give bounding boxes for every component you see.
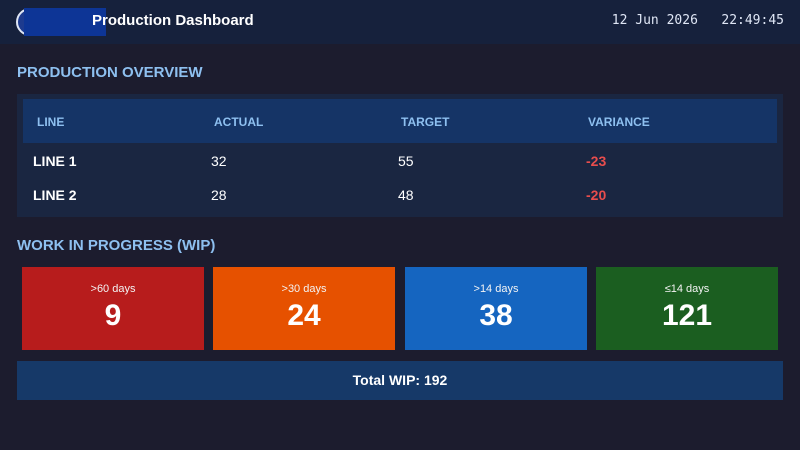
- table-header-row: LINE ACTUAL TARGET VARIANCE: [23, 99, 777, 143]
- wip-section-title: WORK IN PROGRESS (WIP): [17, 237, 216, 254]
- wip-card-under-14-days: ≤14 days 121: [596, 267, 778, 350]
- production-table: LINE ACTUAL TARGET VARIANCE LINE 1 32 55…: [17, 94, 783, 217]
- wip-card-over-30-days: >30 days 24: [213, 267, 395, 350]
- column-header-line: LINE: [37, 115, 65, 129]
- app-header: Production Dashboard 12 Jun 2026 22:49:4…: [0, 0, 800, 44]
- app-title: Production Dashboard: [92, 12, 254, 29]
- time-text: 22:49:45: [721, 13, 784, 28]
- wip-card-value: 38: [479, 299, 513, 332]
- line-cell: LINE 2: [33, 187, 77, 203]
- actual-cell: 32: [211, 153, 227, 169]
- production-section-title: PRODUCTION OVERVIEW: [17, 64, 203, 81]
- target-cell: 55: [398, 153, 414, 169]
- wip-card-label: ≤14 days: [664, 283, 710, 295]
- wip-card-over-60-days: >60 days 9: [22, 267, 204, 350]
- variance-cell: -23: [586, 153, 607, 169]
- wip-card-label: >14 days: [473, 283, 519, 295]
- line-cell: LINE 1: [33, 153, 77, 169]
- column-header-target: TARGET: [401, 115, 450, 129]
- wip-card-over-14-days: >14 days 38: [405, 267, 587, 350]
- table-row: LINE 1 32 55 -23: [17, 146, 783, 176]
- table-row: LINE 2 28 48 -20: [17, 180, 783, 210]
- column-header-variance: VARIANCE: [588, 115, 650, 129]
- wip-card-label: >30 days: [281, 283, 327, 295]
- target-cell: 48: [398, 187, 414, 203]
- wip-card-value: 121: [661, 299, 713, 332]
- variance-cell: -20: [586, 187, 607, 203]
- wip-card-value: 9: [104, 299, 122, 332]
- total-wip-bar: Total WIP: 192: [17, 361, 783, 400]
- datetime-display: 12 Jun 2026 22:49:45: [612, 13, 784, 28]
- date-text: 12 Jun 2026: [611, 13, 698, 28]
- wip-card-label: >60 days: [90, 283, 136, 295]
- column-header-actual: ACTUAL: [214, 115, 264, 129]
- company-logo-icon: [16, 8, 106, 36]
- actual-cell: 28: [211, 187, 227, 203]
- wip-card-value: 24: [287, 299, 321, 332]
